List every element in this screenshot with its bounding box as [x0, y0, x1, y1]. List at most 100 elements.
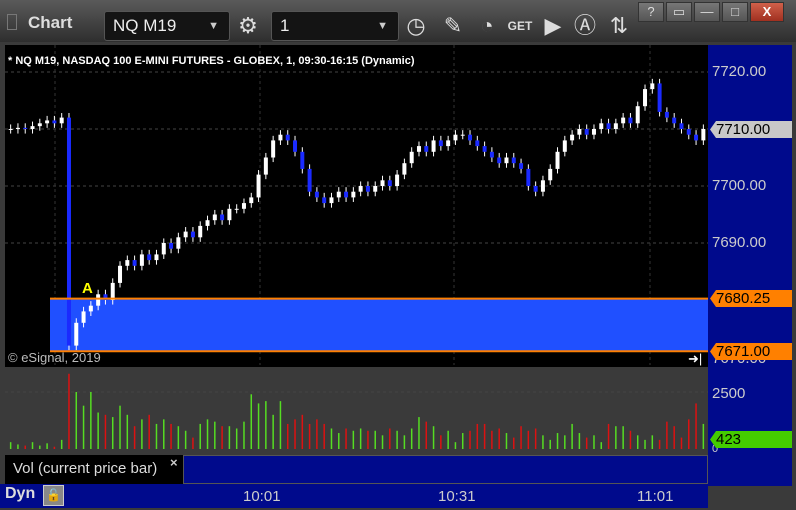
candle-body [307, 168, 312, 192]
candle-body [555, 151, 560, 169]
candle-body [344, 191, 349, 198]
candle-body [139, 254, 144, 266]
current-volume-tag: 423 [710, 431, 792, 448]
candle-body [686, 129, 691, 135]
candle-body [621, 117, 626, 124]
candle-body [446, 140, 451, 147]
candle-body [45, 120, 50, 124]
candle-body [664, 111, 669, 118]
candle-body [125, 260, 130, 266]
candle-body [227, 208, 232, 221]
candle-body [234, 208, 239, 210]
time-label: 10:31 [438, 488, 476, 505]
candle-body [497, 157, 502, 164]
candle-body [190, 231, 195, 238]
scroll-end-icon[interactable]: ➜| [688, 351, 702, 367]
candle-body [169, 243, 174, 249]
candle-body [694, 134, 699, 141]
chart-canvas [5, 45, 708, 449]
candle-body [336, 191, 341, 198]
candle-body [431, 140, 436, 152]
candle-body [533, 186, 538, 192]
time-axis[interactable] [0, 484, 708, 508]
candle-body [74, 322, 79, 346]
candle-body [679, 123, 684, 129]
lock-icon[interactable]: 🔓 [43, 485, 64, 506]
time-label: 10:01 [243, 488, 281, 505]
candle-body [118, 265, 123, 283]
close-study-icon[interactable]: × [170, 455, 178, 470]
candle-body [88, 305, 93, 312]
candle-body [220, 214, 225, 221]
candle-body [672, 117, 677, 124]
volume-axis-label: 2500 [712, 385, 746, 402]
time-label: 11:01 [637, 488, 674, 505]
candle-body [599, 123, 604, 129]
candle-body [475, 140, 480, 147]
candle-body [387, 180, 392, 186]
dynamic-mode-label[interactable]: Dyn [5, 485, 35, 503]
candle-body [628, 117, 633, 124]
candle-body [395, 174, 400, 186]
candle-body [300, 151, 305, 169]
chart-info: * NQ M19, NASDAQ 100 E-MINI FUTURES - GL… [8, 55, 415, 67]
candle-body [570, 134, 575, 141]
candle-body [460, 134, 465, 136]
candle-body [504, 157, 509, 164]
candle-body [701, 129, 706, 141]
candle-body [613, 123, 618, 129]
zone-high-tag: 7680.25 [710, 290, 792, 307]
candle-body [52, 120, 57, 124]
candle-body [241, 203, 246, 209]
alert-marker[interactable]: A [82, 280, 93, 297]
candle-body [15, 127, 20, 129]
candle-body [30, 126, 35, 129]
candle-body [489, 151, 494, 158]
volume-study-label[interactable]: Vol (current price bar) [5, 455, 183, 484]
candle-body [468, 134, 473, 141]
candle-body [416, 146, 421, 152]
candle-body [198, 225, 203, 238]
candle-body [8, 129, 13, 130]
candle-body [358, 186, 363, 192]
candle-body [482, 146, 487, 152]
candle-body [278, 134, 283, 141]
candle-body [635, 106, 640, 124]
price-label: 7720.00 [712, 63, 767, 80]
candle-body [606, 123, 611, 129]
candle-body [212, 214, 217, 221]
candle-body [409, 151, 414, 164]
volume-label-text: Vol (current price bar) [13, 460, 158, 477]
candle-body [293, 140, 298, 152]
candle-body [511, 157, 516, 164]
candle-body [263, 157, 268, 175]
candle-body [147, 254, 152, 261]
candle-body [322, 197, 327, 204]
candle-body [577, 129, 582, 135]
price-zone [50, 298, 708, 352]
candle-body [285, 134, 290, 141]
candle-body [96, 294, 101, 306]
candle-body [526, 168, 531, 186]
candle-body [373, 186, 378, 192]
candle-body [402, 163, 407, 175]
candle-body [183, 231, 188, 238]
candle-body [650, 83, 655, 90]
price-label: 7690.00 [712, 234, 767, 251]
candle-body [643, 89, 648, 107]
candle-body [562, 140, 567, 152]
last-price-tag: 7710.00 [710, 121, 792, 138]
candle-body [37, 123, 42, 127]
candle-body [110, 282, 115, 300]
candle-body [380, 180, 385, 186]
candle-body [548, 168, 553, 181]
candle-body [249, 197, 254, 204]
candle-body [657, 83, 662, 112]
candle-body [424, 146, 429, 152]
candle-body [584, 129, 589, 135]
candle-body [161, 243, 166, 255]
price-label: 7700.00 [712, 177, 767, 194]
candle-body [519, 163, 524, 169]
candle-body [23, 127, 28, 129]
candle-body [271, 140, 276, 158]
